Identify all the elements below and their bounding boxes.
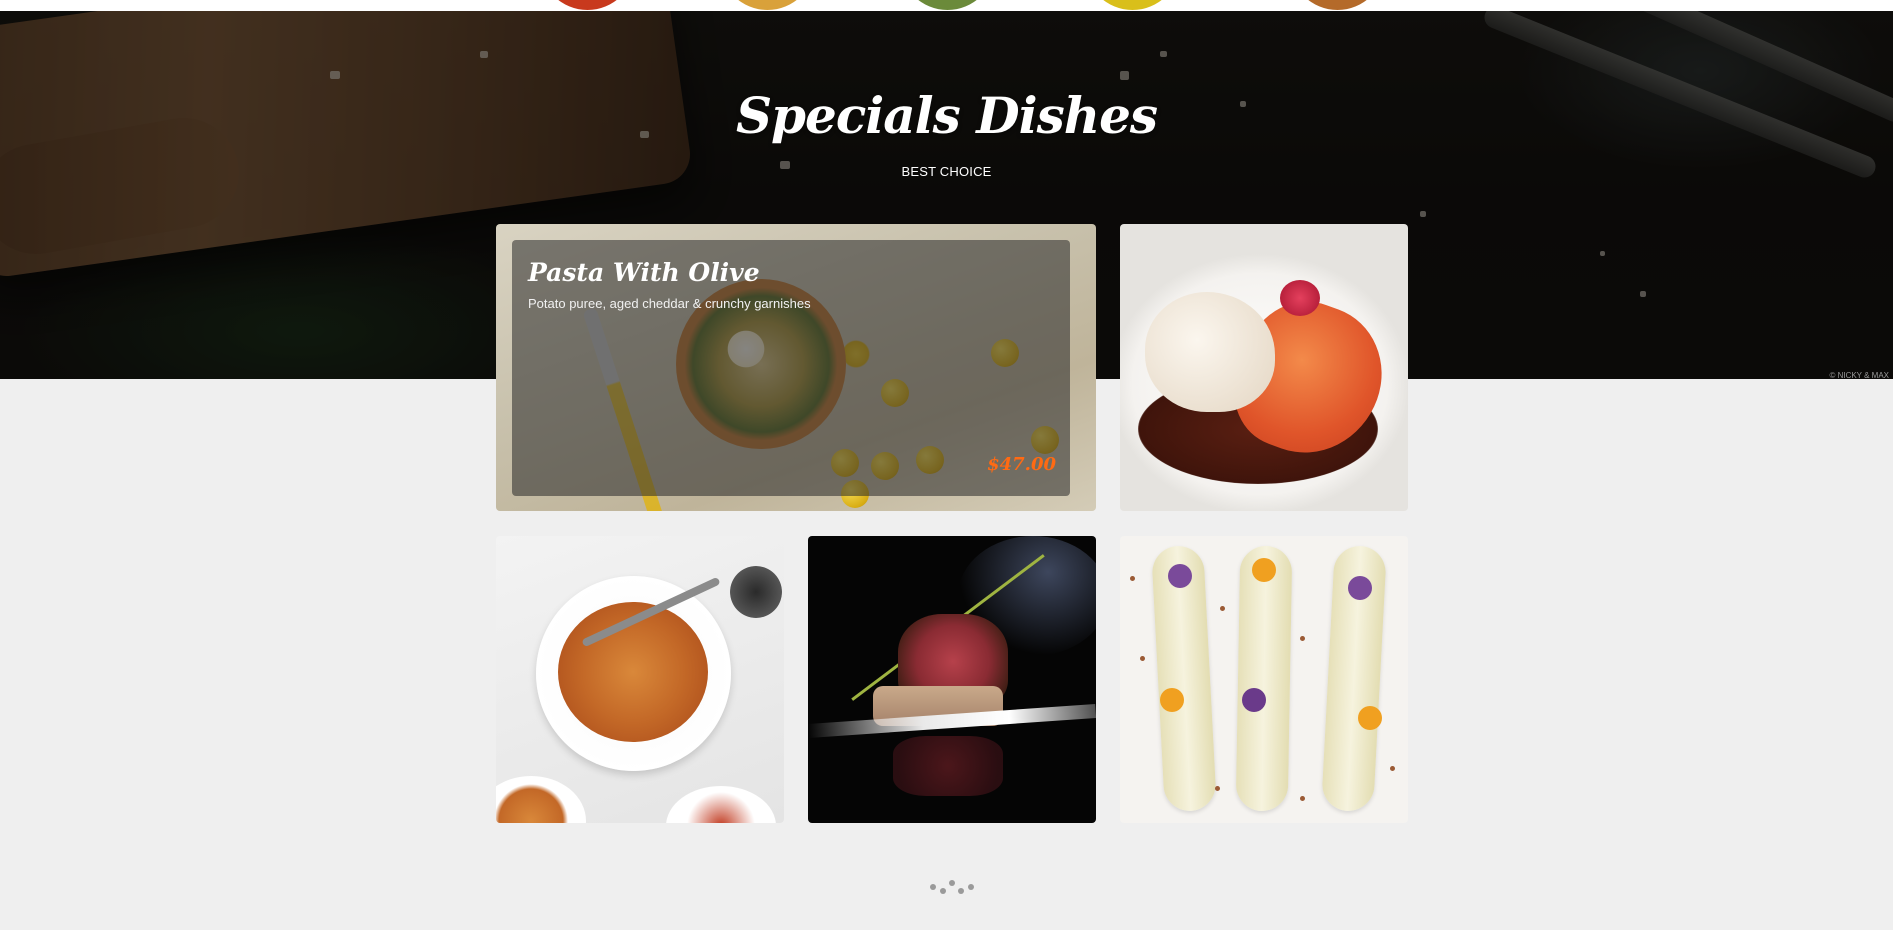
chocolate-crumb bbox=[1300, 796, 1305, 801]
sauce-bowl-image bbox=[730, 566, 782, 618]
chocolate-crumb bbox=[1130, 576, 1135, 581]
strip-dish-image bbox=[1085, 0, 1180, 10]
chocolate-crumb bbox=[1300, 636, 1305, 641]
flower-petal-image bbox=[1348, 576, 1372, 600]
chocolate-crumb bbox=[1220, 606, 1225, 611]
strip-dish-image bbox=[540, 0, 635, 10]
flower-petal-image bbox=[1252, 558, 1276, 582]
chocolate-crumb bbox=[1215, 786, 1220, 791]
strip-dish-image bbox=[900, 0, 995, 10]
photo-credit: © NICKY & MAX bbox=[1829, 371, 1889, 379]
flower-petal-image bbox=[1160, 688, 1184, 712]
chocolate-crumb bbox=[1390, 766, 1395, 771]
section-title: Specials Dishes bbox=[735, 86, 1158, 145]
strip-dish-image bbox=[720, 0, 815, 10]
flower-garnish-image bbox=[1280, 280, 1320, 316]
dish-card-beef[interactable] bbox=[808, 536, 1096, 823]
flower-petal-image bbox=[1168, 564, 1192, 588]
top-image-strip bbox=[0, 0, 1893, 11]
flower-petal-image bbox=[1242, 688, 1266, 712]
side-plate-image bbox=[666, 786, 776, 823]
dish-card-spaghetti[interactable] bbox=[496, 536, 784, 823]
featured-dish-card[interactable]: Pasta With Olive Potato puree, aged ched… bbox=[496, 224, 1096, 511]
dish-card-lobster[interactable] bbox=[1120, 224, 1408, 511]
dish-name: Pasta With Olive bbox=[528, 258, 760, 287]
foam-image bbox=[1145, 292, 1275, 412]
chocolate-crumb bbox=[1140, 656, 1145, 661]
dish-description: Potato puree, aged cheddar & crunchy gar… bbox=[528, 296, 811, 311]
dish-price: $47.00 bbox=[987, 454, 1056, 475]
section-subtitle: BEST CHOICE bbox=[901, 164, 992, 179]
side-plate-image bbox=[496, 776, 586, 823]
loading-dots-icon bbox=[930, 880, 974, 900]
flower-petal-image bbox=[1358, 706, 1382, 730]
strip-dish-image bbox=[1290, 0, 1385, 10]
dish-card-asparagus[interactable] bbox=[1120, 536, 1408, 823]
reflection-image bbox=[893, 736, 1003, 796]
asparagus-image bbox=[1235, 545, 1293, 812]
